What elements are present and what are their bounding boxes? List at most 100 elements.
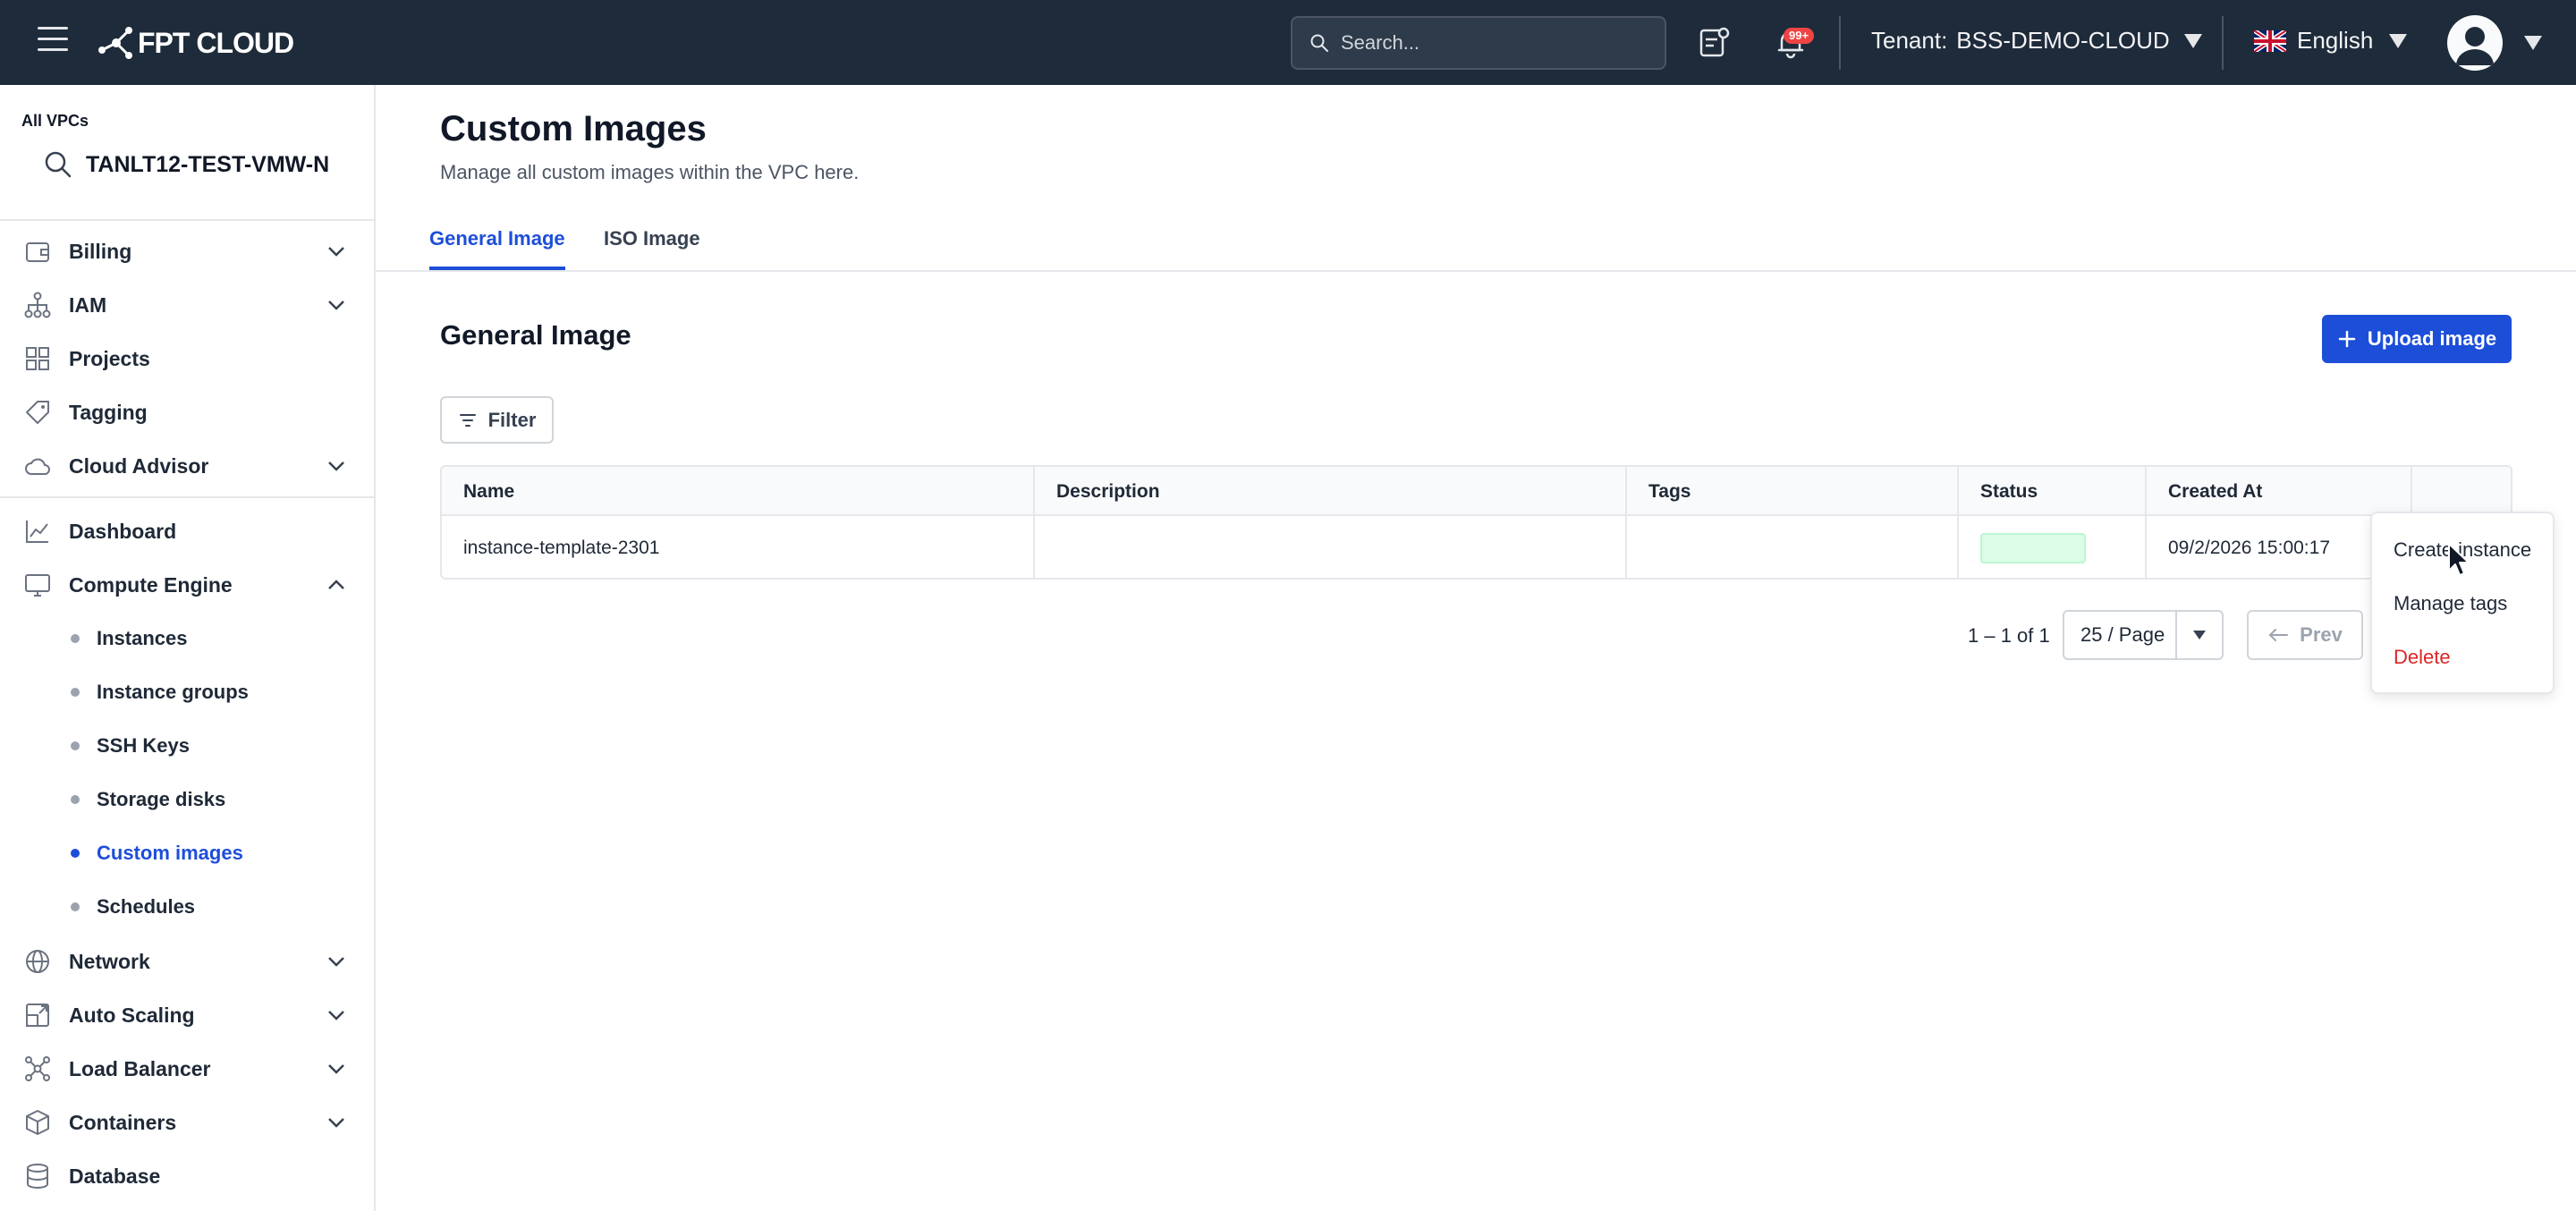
arrow-left-icon: [2269, 629, 2289, 641]
column-header-status[interactable]: Status: [1959, 467, 2147, 516]
top-navbar: FPT CLOUD 99+ Tenant: BSS-DEMO-CLOUD: [0, 0, 2576, 85]
tenant-selector[interactable]: Tenant: BSS-DEMO-CLOUD: [1871, 27, 2202, 55]
sidebar-item-label: Projects: [69, 346, 150, 370]
prev-page-button[interactable]: Prev: [2247, 610, 2363, 660]
tab-general-image[interactable]: General Image: [429, 227, 565, 270]
chevron-down-icon: [328, 247, 344, 257]
topbar-divider: [2222, 16, 2224, 70]
wallet-icon: [26, 242, 49, 262]
prev-label: Prev: [2300, 623, 2343, 646]
sidebar-subitem-instances[interactable]: Instances: [0, 615, 374, 662]
hamburger-menu-icon[interactable]: [38, 27, 68, 57]
caret-down-icon: [2183, 33, 2202, 48]
bullet-dot: [71, 688, 80, 697]
bullet-dot: [71, 849, 80, 858]
sidebar-item-projects[interactable]: Projects: [0, 334, 374, 384]
pagination-range: 1 – 1 of 1: [1968, 624, 2050, 647]
table-header: Name Description Tags Status Created At: [442, 467, 2511, 516]
images-table: Name Description Tags Status Created At …: [440, 465, 2512, 580]
page-size-value: 25 / Page: [2064, 612, 2177, 658]
upload-image-button[interactable]: Upload image: [2322, 315, 2512, 363]
chevron-down-icon: [328, 301, 344, 310]
sidebar-item-label: Database: [69, 1164, 161, 1188]
sidebar-item-label: Compute Engine: [69, 572, 233, 597]
sidebar-item-auto-scaling[interactable]: Auto Scaling: [0, 990, 374, 1040]
chevron-down-icon: [328, 1064, 344, 1074]
column-header-description[interactable]: Description: [1035, 467, 1627, 516]
sidebar-item-cloud-advisor[interactable]: Cloud Advisor: [0, 441, 374, 491]
fpt-cloud-logo[interactable]: FPT CLOUD: [97, 23, 294, 63]
database-icon: [27, 1164, 48, 1189]
table-row[interactable]: instance-template-2301 09/2/2026 15:00:1…: [442, 516, 2511, 578]
cell-name[interactable]: instance-template-2301: [442, 516, 1035, 578]
global-search[interactable]: [1291, 16, 1666, 70]
filter-button[interactable]: Filter: [440, 396, 554, 444]
caret-down-icon: [2389, 33, 2408, 48]
column-header-name[interactable]: Name: [442, 467, 1035, 516]
search-input[interactable]: [1341, 31, 1645, 55]
vpc-selector[interactable]: TANLT12-TEST-VMW-N: [43, 149, 329, 180]
tab-iso-image[interactable]: ISO Image: [604, 227, 700, 267]
sidebar-item-label: Cloud Advisor: [69, 453, 209, 478]
logo-mark-icon: [98, 27, 132, 59]
sidebar-subitem-custom-images[interactable]: Custom images: [0, 830, 374, 876]
sidebar-item-compute-engine[interactable]: Compute Engine: [0, 560, 374, 610]
sidebar-item-label: IAM: [69, 292, 107, 317]
column-header-tags[interactable]: Tags: [1627, 467, 1959, 516]
mouse-cursor-icon: [2448, 543, 2470, 576]
sidebar-subitem-label: Instance groups: [97, 681, 249, 703]
user-avatar-icon: [2456, 27, 2494, 65]
menu-item-delete[interactable]: Delete: [2394, 646, 2451, 669]
avatar-caret-down-icon[interactable]: [2524, 36, 2542, 50]
sidebar-subitem-storage-disks[interactable]: Storage disks: [0, 776, 374, 823]
search-icon: [45, 151, 72, 178]
plus-icon: [2338, 330, 2356, 348]
tenant-label: Tenant:: [1871, 27, 1948, 54]
sidebar-item-dashboard[interactable]: Dashboard: [0, 506, 374, 556]
tag-icon: [26, 401, 49, 424]
chevron-down-icon: [328, 957, 344, 967]
sidebar-subitem-ssh-keys[interactable]: SSH Keys: [0, 723, 374, 769]
sidebar-divider: [0, 496, 374, 498]
sidebar-item-load-balancer[interactable]: Load Balancer: [0, 1044, 374, 1094]
section-title: General Image: [440, 319, 631, 351]
sidebar-item-label: Billing: [69, 239, 132, 263]
tenant-value: BSS-DEMO-CLOUD: [1956, 27, 2170, 54]
monitor-icon: [25, 574, 50, 597]
sidebar-item-iam[interactable]: IAM: [0, 280, 374, 330]
language-selector[interactable]: English: [2254, 27, 2408, 55]
sidebar-subitem-instance-groups[interactable]: Instance groups: [0, 669, 374, 716]
column-header-created-at[interactable]: Created At: [2147, 467, 2412, 516]
column-header-actions: [2412, 467, 2511, 516]
sidebar-item-billing[interactable]: Billing: [0, 226, 374, 276]
chevron-down-icon: [328, 462, 344, 471]
page-size-dropdown[interactable]: [2177, 630, 2222, 640]
sidebar-subitem-schedules[interactable]: Schedules: [0, 884, 374, 930]
tab-bar: General Image ISO Image: [376, 215, 2576, 272]
search-icon: [1310, 34, 1328, 52]
avatar[interactable]: [2447, 15, 2503, 71]
sidebar-item-database[interactable]: Database: [0, 1151, 374, 1201]
sidebar-subitem-label: Schedules: [97, 895, 196, 918]
box-icon: [26, 1110, 49, 1135]
sidebar-subitem-label: Custom images: [97, 842, 243, 864]
sidebar-subitem-label: SSH Keys: [97, 734, 190, 757]
globe-icon: [26, 950, 49, 973]
sidebar-item-label: Dashboard: [69, 519, 177, 543]
sidebar-item-containers[interactable]: Containers: [0, 1097, 374, 1147]
chart-icon: [26, 521, 48, 543]
notification-badge: 99+: [1784, 28, 1815, 44]
sidebar-item-tagging[interactable]: Tagging: [0, 387, 374, 437]
ticket-support-icon[interactable]: [1696, 25, 1732, 61]
sidebar-item-label: Auto Scaling: [69, 1003, 195, 1027]
logo-text: FPT CLOUD: [138, 26, 294, 59]
vpc-label: All VPCs: [21, 112, 89, 130]
grid-icon: [26, 347, 49, 370]
bullet-dot: [71, 902, 80, 911]
menu-item-manage-tags[interactable]: Manage tags: [2394, 592, 2507, 615]
sidebar-item-network[interactable]: Network: [0, 936, 374, 987]
sidebar-subitem-label: Storage disks: [97, 788, 226, 810]
sidebar-item-label: Load Balancer: [69, 1056, 211, 1080]
page-subtitle: Manage all custom images within the VPC …: [440, 161, 860, 183]
page-size-select[interactable]: 25 / Page: [2063, 610, 2224, 660]
